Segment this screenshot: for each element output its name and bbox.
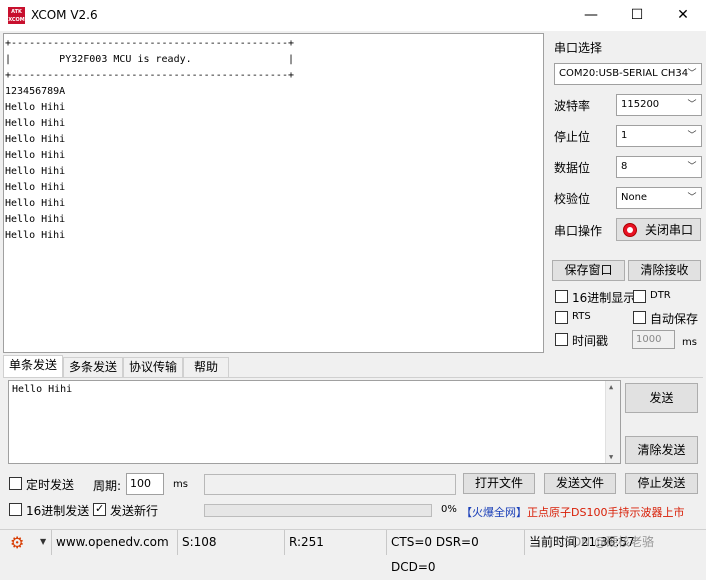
timestamp-label: 时间戳 [572, 334, 609, 348]
file-path-input[interactable] [204, 474, 456, 495]
period-label: 周期: [93, 479, 122, 493]
parity-label: 校验位 [554, 192, 591, 206]
promo-prefix: 【火爆全网】 [461, 506, 527, 519]
tab-protocol[interactable]: 协议传输 [123, 357, 183, 377]
receive-line: Hello Hihi [5, 150, 66, 161]
progress-text: 0% [441, 504, 457, 515]
send-progress-bar [204, 504, 432, 517]
scroll-down-icon[interactable]: ▼ [609, 453, 613, 461]
open-file-button[interactable]: 打开文件 [463, 473, 535, 494]
receive-line: Hello Hihi [5, 118, 66, 129]
receive-textarea[interactable]: +---------------------------------------… [3, 33, 544, 353]
app-logo-icon: ATK XCOM [8, 7, 25, 24]
receive-line: Hello Hihi [5, 230, 66, 241]
scroll-up-icon[interactable]: ▲ [609, 383, 613, 391]
hex-display-label: 16进制显示 [572, 291, 636, 305]
stop-bits-value: 1 [621, 130, 628, 141]
record-icon [623, 223, 637, 237]
chevron-down-icon: ﹀ [687, 100, 697, 110]
close-port-button[interactable]: 关闭串口 [616, 218, 701, 241]
hex-display-checkbox[interactable] [555, 290, 568, 303]
website-link[interactable]: www.openedv.com [51, 530, 173, 555]
send-file-button[interactable]: 发送文件 [544, 473, 616, 494]
data-bits-label: 数据位 [554, 161, 591, 175]
parity-select[interactable]: None ﹀ [616, 187, 702, 209]
promo-text: 正点原子DS100手持示波器上市 [527, 506, 685, 519]
timestamp-input[interactable]: 1000 [632, 330, 675, 349]
period-input[interactable]: 100 [126, 473, 164, 495]
caret-down-icon[interactable]: ▼ [40, 537, 46, 546]
receive-line: +---------------------------------------… [5, 70, 294, 81]
receive-line: Hello Hihi [5, 134, 66, 145]
rts-checkbox[interactable] [555, 311, 568, 324]
chevron-down-icon: ﹀ [687, 162, 697, 172]
tab-divider [3, 377, 703, 378]
clear-send-button[interactable]: 清除发送 [625, 436, 698, 464]
timed-send-label: 定时发送 [26, 478, 75, 492]
rts-label: RTS [572, 311, 591, 322]
timed-send-checkbox[interactable] [9, 477, 22, 490]
line-status: CTS=0 DSR=0 DCD=0 [386, 530, 522, 574]
hex-send-label: 16进制发送 [26, 504, 90, 518]
maximize-button[interactable]: ☐ [614, 0, 660, 31]
receive-line: Hello Hihi [5, 166, 66, 177]
stop-send-button[interactable]: 停止发送 [625, 473, 698, 494]
newline-label: 发送新行 [110, 504, 159, 518]
watermark: CSDN @硬核老骆 [556, 535, 655, 549]
send-scrollbar[interactable]: ▲ ▼ [605, 381, 620, 463]
window-title: XCOM V2.6 [31, 8, 98, 22]
status-bar: ⚙ ▼ www.openedv.com S:108 R:251 CTS=0 DS… [0, 529, 706, 574]
dtr-label: DTR [650, 290, 671, 301]
hex-send-checkbox[interactable] [9, 503, 22, 516]
receive-line: | PY32F003 MCU is ready. | [5, 54, 294, 65]
parity-value: None [621, 192, 648, 203]
auto-save-checkbox[interactable] [633, 311, 646, 324]
receive-line: Hello Hihi [5, 214, 66, 225]
receive-line: 123456789A [5, 86, 66, 97]
close-window-button[interactable]: ✕ [660, 0, 706, 31]
timestamp-unit: ms [682, 337, 697, 348]
dtr-checkbox[interactable] [633, 290, 646, 303]
port-select[interactable]: COM20:USB-SERIAL CH34 ﹀ [554, 63, 702, 85]
sent-count: S:108 [177, 530, 281, 555]
receive-line: Hello Hihi [5, 182, 66, 193]
send-button[interactable]: 发送 [625, 383, 698, 413]
data-bits-select[interactable]: 8 ﹀ [616, 156, 702, 178]
send-text: Hello Hihi [12, 384, 73, 395]
stop-bits-select[interactable]: 1 ﹀ [616, 125, 702, 147]
baud-select[interactable]: 115200 ﹀ [616, 94, 702, 116]
auto-save-label: 自动保存 [650, 312, 699, 326]
tab-multi-send[interactable]: 多条发送 [63, 357, 123, 377]
period-unit: ms [173, 479, 188, 490]
baud-select-value: 115200 [621, 99, 660, 110]
promo-link[interactable]: 【火爆全网】正点原子DS100手持示波器上市 [461, 504, 684, 520]
tab-help[interactable]: 帮助 [183, 357, 229, 377]
receive-line: +---------------------------------------… [5, 38, 294, 49]
data-bits-value: 8 [621, 161, 628, 172]
received-count: R:251 [284, 530, 384, 555]
clear-receive-button[interactable]: 清除接收 [628, 260, 701, 281]
send-textarea[interactable]: Hello Hihi ▲ ▼ [8, 380, 621, 464]
receive-line: Hello Hihi [5, 198, 66, 209]
title-bar: ATK XCOM XCOM V2.6 — ☐ ✕ [0, 0, 706, 31]
chevron-down-icon: ﹀ [687, 69, 697, 79]
timestamp-checkbox[interactable] [555, 333, 568, 346]
port-op-label: 串口操作 [554, 224, 603, 238]
minimize-button[interactable]: — [568, 0, 614, 31]
newline-checkbox[interactable] [93, 502, 106, 516]
port-select-value: COM20:USB-SERIAL CH34 [559, 68, 689, 79]
chevron-down-icon: ﹀ [687, 131, 697, 141]
tab-single-send[interactable]: 单条发送 [3, 355, 63, 378]
stop-bits-label: 停止位 [554, 130, 591, 144]
settings-gear-icon[interactable]: ⚙ [10, 533, 24, 552]
chevron-down-icon: ﹀ [687, 193, 697, 203]
receive-line: Hello Hihi [5, 102, 66, 113]
port-select-label: 串口选择 [554, 41, 603, 55]
save-window-button[interactable]: 保存窗口 [552, 260, 625, 281]
baud-label: 波特率 [554, 99, 591, 113]
close-port-label: 关闭串口 [645, 223, 694, 237]
